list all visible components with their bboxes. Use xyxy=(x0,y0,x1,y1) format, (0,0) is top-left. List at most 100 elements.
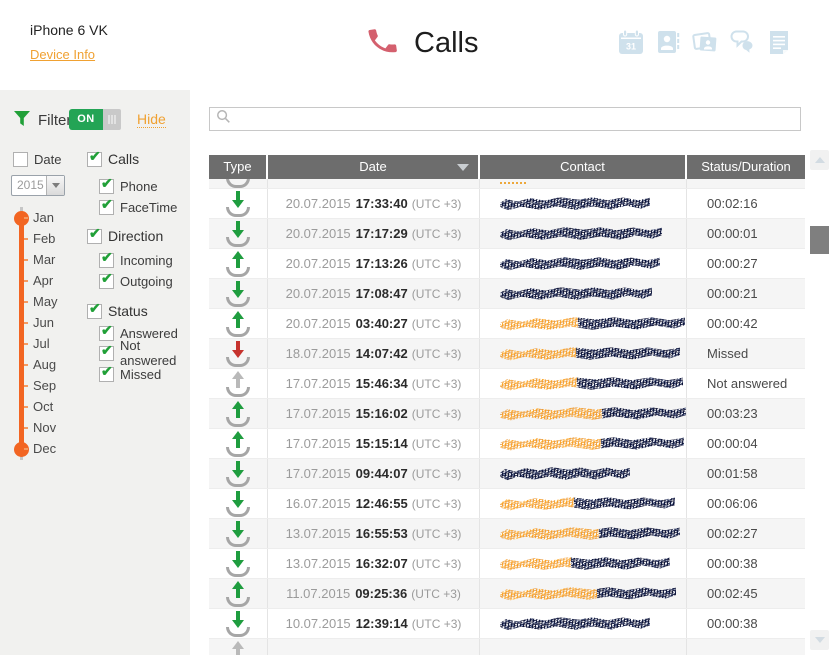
call-date: 10.07.2015 12:39:14 (UTC +3) xyxy=(268,609,480,638)
call-direction-icon xyxy=(223,490,253,517)
call-direction-icon xyxy=(223,250,253,277)
column-header-contact[interactable]: Contact xyxy=(480,155,687,179)
table-scrollbar[interactable] xyxy=(810,150,829,650)
redacted-contact-scribble xyxy=(500,196,650,211)
call-direction-icon xyxy=(223,400,253,427)
slider-tick xyxy=(24,217,28,219)
call-contact-redacted xyxy=(480,369,687,398)
table-row[interactable]: 17.07.2015 15:46:34 (UTC +3) Not answered xyxy=(209,369,805,399)
table-row[interactable]: 11.07.2015 09:25:36 (UTC +3) 00:02:45 xyxy=(209,579,805,609)
column-header-status[interactable]: Status/Duration xyxy=(687,155,805,179)
top-bar: iPhone 6 VK Device Info Calls 31 xyxy=(0,0,832,90)
year-dropdown-arrow[interactable] xyxy=(46,176,64,195)
call-date: 20.07.2015 17:08:47 (UTC +3) xyxy=(268,279,480,308)
table-row-partial[interactable] xyxy=(209,639,805,655)
call-date: 11.07.2015 09:25:36 (UTC +3) xyxy=(268,579,480,608)
checkbox-box xyxy=(87,148,102,167)
table-row[interactable]: 17.07.2015 15:16:02 (UTC +3) 00:03:23 xyxy=(209,399,805,429)
call-status: 00:00:38 xyxy=(707,556,758,571)
checkbox-date[interactable]: Date xyxy=(13,151,61,167)
call-contact-redacted xyxy=(480,489,687,518)
call-contact-redacted xyxy=(480,309,687,338)
table-row-partial[interactable] xyxy=(209,179,805,189)
call-type-cell xyxy=(209,279,268,308)
month-label-oct: Oct xyxy=(33,399,54,414)
call-status: Missed xyxy=(707,346,749,361)
table-row[interactable]: 20.07.2015 17:17:29 (UTC +3) 00:00:01 xyxy=(209,219,805,249)
call-date: 13.07.2015 16:55:53 (UTC +3) xyxy=(268,519,480,548)
call-status: 00:01:58 xyxy=(707,466,758,481)
table-row[interactable]: 20.07.2015 03:40:27 (UTC +3) 00:00:42 xyxy=(209,309,805,339)
call-contact-redacted xyxy=(480,459,687,488)
slider-tick xyxy=(24,259,28,261)
call-contact-redacted xyxy=(480,579,687,608)
svg-text:31: 31 xyxy=(626,42,636,52)
slider-tick xyxy=(24,301,28,303)
table-row[interactable]: 13.07.2015 16:32:07 (UTC +3) 00:00:38 xyxy=(209,549,805,579)
call-direction-icon xyxy=(223,430,253,457)
call-date: 20.07.2015 03:40:27 (UTC +3) xyxy=(268,309,480,338)
call-contact-redacted xyxy=(480,549,687,578)
search-box[interactable] xyxy=(209,107,801,131)
call-type-cell xyxy=(209,579,268,608)
call-date: 17.07.2015 09:44:07 (UTC +3) xyxy=(268,459,480,488)
search-input[interactable] xyxy=(236,108,800,130)
call-date: 17.07.2015 15:46:34 (UTC +3) xyxy=(268,369,480,398)
hide-filter-link[interactable]: Hide xyxy=(137,111,166,128)
table-row[interactable]: 13.07.2015 16:55:53 (UTC +3) 00:02:27 xyxy=(209,519,805,549)
call-direction-icon xyxy=(223,280,253,307)
redacted-contact-scribble xyxy=(500,466,630,480)
call-contact-redacted xyxy=(480,249,687,278)
filter-toggle[interactable]: ON xyxy=(69,109,121,130)
call-status: 00:02:27 xyxy=(707,526,758,541)
column-header-date-label: Date xyxy=(359,159,387,174)
call-contact-redacted xyxy=(480,609,687,638)
call-status xyxy=(687,179,805,188)
checkbox-calls[interactable]: Calls xyxy=(87,148,139,167)
month-label-may: May xyxy=(33,294,58,309)
calendar-icon[interactable]: 31 xyxy=(617,28,645,56)
table-row[interactable]: 16.07.2015 12:46:55 (UTC +3) 00:06:06 xyxy=(209,489,805,519)
column-header-date[interactable]: Date xyxy=(268,155,480,179)
call-status: Not answered xyxy=(707,376,788,391)
call-type-cell xyxy=(209,639,268,655)
messages-icon[interactable] xyxy=(728,28,756,56)
table-row[interactable]: 20.07.2015 17:08:47 (UTC +3) 00:00:21 xyxy=(209,279,805,309)
column-header-type[interactable]: Type xyxy=(209,155,268,179)
redacted-contact-scribble xyxy=(500,586,676,601)
scroll-down-button[interactable] xyxy=(810,630,829,650)
table-row[interactable]: 17.07.2015 15:15:14 (UTC +3) 00:00:04 xyxy=(209,429,805,459)
scroll-thumb[interactable] xyxy=(810,226,829,254)
device-info-link[interactable]: Device Info xyxy=(30,47,95,62)
call-date: 17.07.2015 15:15:14 (UTC +3) xyxy=(268,429,480,458)
table-row[interactable]: 20.07.2015 17:33:40 (UTC +3) 00:02:16 xyxy=(209,189,805,219)
call-status: 00:00:01 xyxy=(707,226,758,241)
call-direction-icon xyxy=(223,550,253,577)
contacts-icon[interactable] xyxy=(654,28,682,56)
call-date: 20.07.2015 17:17:29 (UTC +3) xyxy=(268,219,480,248)
checkbox-phone[interactable]: Phone xyxy=(99,175,158,194)
photos-icon[interactable] xyxy=(691,28,719,56)
year-dropdown[interactable]: 2015 xyxy=(11,175,65,196)
call-type-cell xyxy=(209,459,268,488)
notes-icon[interactable] xyxy=(765,28,793,56)
table-row[interactable]: 17.07.2015 09:44:07 (UTC +3) 00:01:58 xyxy=(209,459,805,489)
call-type-cell xyxy=(209,189,268,218)
table-row[interactable]: 18.07.2015 14:07:42 (UTC +3) Missed xyxy=(209,339,805,369)
table-row[interactable]: 10.07.2015 12:39:14 (UTC +3) 00:00:38 xyxy=(209,609,805,639)
redacted-contact-scribble xyxy=(500,526,680,541)
call-direction-icon xyxy=(223,641,253,655)
checkbox-box xyxy=(13,151,28,167)
call-contact-redacted xyxy=(480,219,687,248)
toggle-knob[interactable] xyxy=(103,109,121,130)
call-direction-icon xyxy=(223,460,253,487)
slider-track[interactable] xyxy=(19,218,24,449)
call-status: 00:00:21 xyxy=(707,286,758,301)
chevron-up-icon xyxy=(814,157,825,163)
year-value: 2015 xyxy=(17,178,44,192)
scroll-up-button[interactable] xyxy=(810,150,829,170)
redacted-contact-scribble xyxy=(500,376,683,391)
slider-tick xyxy=(24,406,28,408)
month-range-slider[interactable]: Jan Feb Mar Apr May Jun Jul Aug Sep Oct Nov Dec xyxy=(14,207,134,461)
table-row[interactable]: 20.07.2015 17:13:26 (UTC +3) 00:00:27 xyxy=(209,249,805,279)
